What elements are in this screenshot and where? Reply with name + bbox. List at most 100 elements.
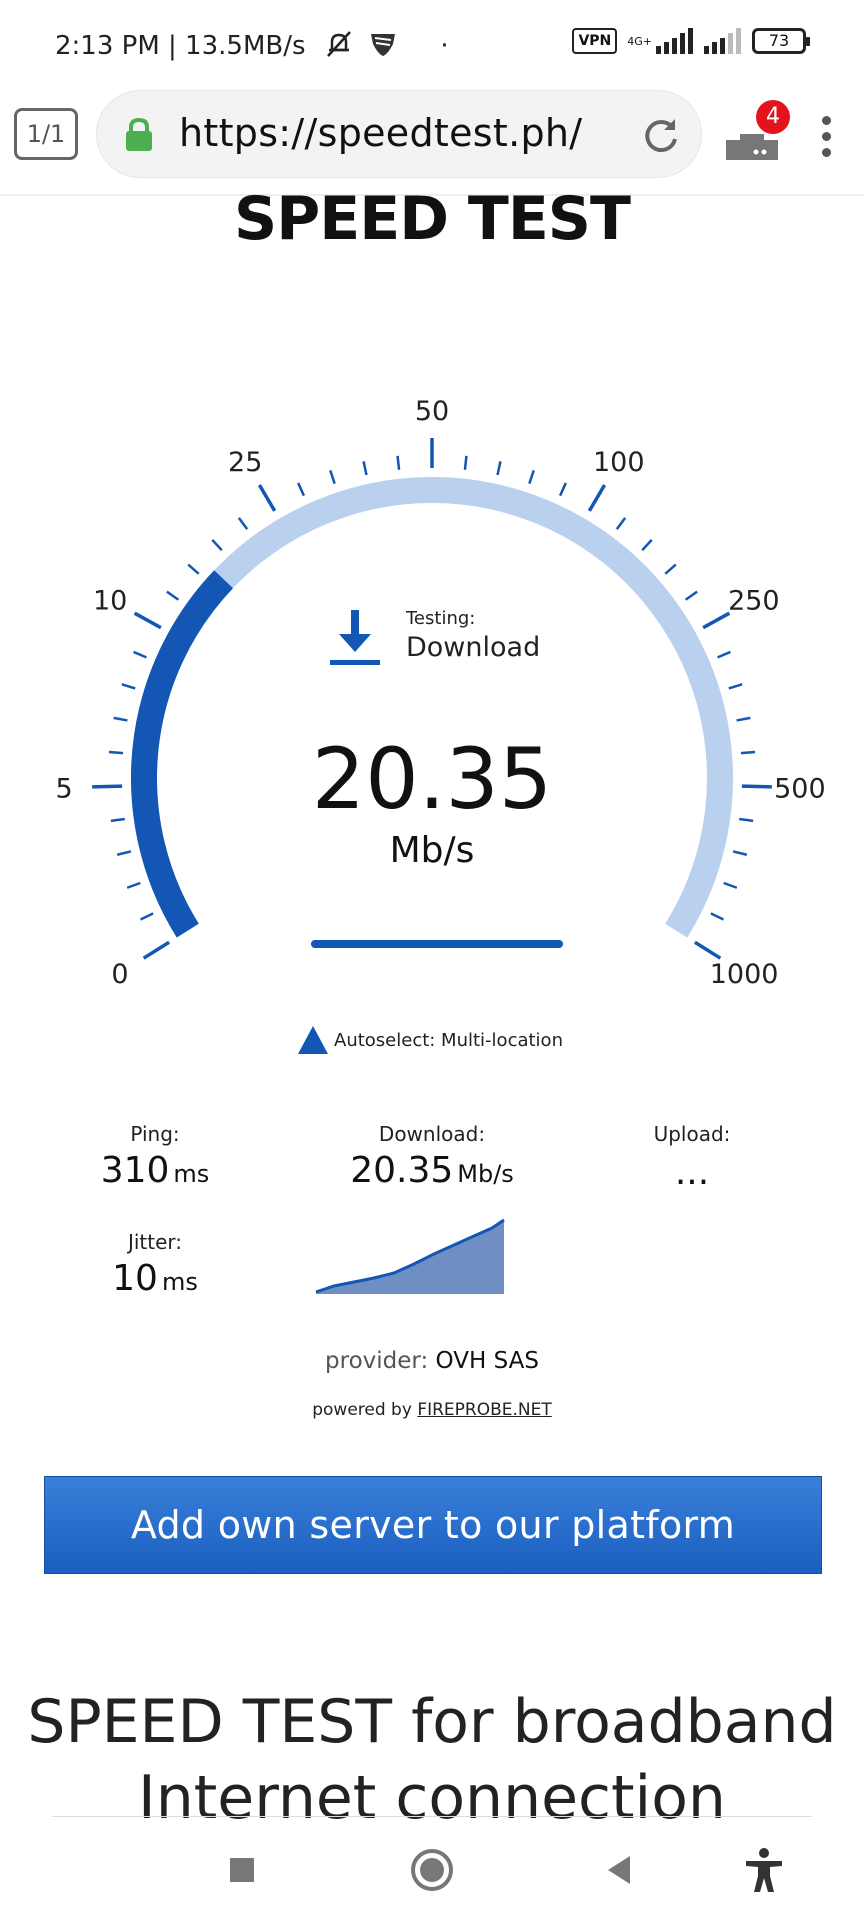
gauge-minor-tick xyxy=(362,461,368,476)
speed-unit: Mb/s xyxy=(389,830,475,871)
gauge-minor-tick xyxy=(396,455,401,470)
provider-label: provider: xyxy=(325,1348,429,1374)
gauge-scale-label: 0 xyxy=(111,959,128,990)
gauge-major-tick xyxy=(587,484,607,512)
status-time-speed: 2:13 PM | 13.5MB/s · xyxy=(55,30,449,61)
provider-line: provider: OVH SAS xyxy=(0,1348,864,1374)
jitter-unit: ms xyxy=(161,1268,198,1296)
section-heading: SPEED TEST for broadband Internet connec… xyxy=(0,1684,864,1836)
location-triangle-icon xyxy=(298,1026,328,1054)
signal-icon-secondary xyxy=(704,28,741,54)
browser-toolbar: 1/1 https://speedtest.ph/ 4 xyxy=(0,90,864,196)
jitter-value: 10 ms xyxy=(60,1258,250,1299)
reload-icon[interactable] xyxy=(639,113,683,157)
gauge-minor-tick xyxy=(133,650,147,659)
divider xyxy=(52,1816,812,1817)
gauge-scale-label: 10 xyxy=(93,586,127,617)
gauge-scale-label: 1000 xyxy=(710,959,779,990)
download-unit: Mb/s xyxy=(457,1160,514,1188)
gauge-minor-tick xyxy=(528,469,535,485)
server-autoselect[interactable]: Autoselect: Multi-location xyxy=(298,1026,563,1054)
ping-label: Ping: xyxy=(130,1122,180,1146)
download-label: Download: xyxy=(378,1122,486,1146)
gauge-minor-tick xyxy=(297,482,306,497)
accessibility-icon[interactable] xyxy=(740,1846,788,1894)
gauge-major-tick xyxy=(702,611,731,630)
gauge-minor-tick xyxy=(166,590,180,601)
testing-label: Testing: xyxy=(406,608,476,629)
gauge-minor-tick xyxy=(237,517,249,530)
gauge-minor-tick xyxy=(113,716,128,722)
gauge-major-tick xyxy=(142,940,171,960)
gauge-minor-tick xyxy=(641,539,653,552)
download-speed-sparkline xyxy=(315,1218,505,1294)
download-number: 20.35 xyxy=(350,1150,454,1191)
gauge-scale-label: 25 xyxy=(228,447,262,478)
gauge-minor-tick xyxy=(187,563,200,575)
gauge-minor-tick xyxy=(664,563,677,575)
signal-icon xyxy=(656,28,693,54)
upload-value: ... xyxy=(674,1152,710,1193)
battery-icon: 73 xyxy=(752,28,810,54)
gauge-minor-tick xyxy=(139,912,154,921)
upload-label: Upload: xyxy=(653,1122,731,1146)
test-progress-bar xyxy=(311,940,563,948)
url-bar[interactable]: https://speedtest.ph/ xyxy=(96,90,702,178)
page-title: SPEED TEST xyxy=(234,184,631,254)
url-text[interactable]: https://speedtest.ph/ xyxy=(179,111,582,155)
overflow-menu-icon[interactable] xyxy=(814,116,838,160)
system-nav-bar xyxy=(0,1820,864,1920)
download-value: 20.35 Mb/s xyxy=(300,1150,564,1191)
speed-value: 20.35 xyxy=(311,730,553,828)
gauge-minor-tick xyxy=(723,881,738,889)
home-icon[interactable] xyxy=(408,1846,456,1894)
gauge-minor-tick xyxy=(710,912,725,921)
gauge-minor-tick xyxy=(717,650,731,659)
ping-number: 310 xyxy=(100,1150,170,1191)
autoselect-label: Autoselect: Multi-location xyxy=(334,1029,563,1051)
downloads-badge: 4 xyxy=(756,100,790,134)
gauge-major-tick xyxy=(257,484,277,512)
lock-icon xyxy=(126,117,152,151)
fireprobe-link[interactable]: FIREPROBE.NET xyxy=(417,1400,551,1420)
download-arrow-icon xyxy=(330,610,380,665)
ping-unit: ms xyxy=(173,1160,210,1188)
vpn-badge: VPN xyxy=(572,28,618,54)
gauge-minor-tick xyxy=(496,461,502,476)
gauge-major-tick xyxy=(693,940,722,960)
shield-icon xyxy=(371,34,396,56)
gauge-minor-tick xyxy=(558,482,567,497)
status-icons: VPN 4G+ 73 xyxy=(572,28,810,54)
status-time: 2:13 PM | 13.5MB/s xyxy=(55,31,306,61)
gauge-scale-label: 250 xyxy=(728,586,780,617)
gauge-minor-tick xyxy=(126,881,141,889)
status-bar: 2:13 PM | 13.5MB/s · VPN 4G+ 73 xyxy=(0,0,864,90)
powered-by-line: powered by FIREPROBE.NET xyxy=(0,1400,864,1420)
gauge-minor-tick xyxy=(329,469,336,485)
provider-value: OVH SAS xyxy=(435,1348,539,1374)
gauge-scale-label: 50 xyxy=(415,400,449,427)
add-server-button[interactable]: Add own server to our platform xyxy=(44,1476,822,1574)
gauge-minor-tick xyxy=(736,716,751,722)
back-icon[interactable] xyxy=(596,1846,644,1894)
gauge-minor-tick xyxy=(211,539,223,552)
gauge-minor-tick xyxy=(728,683,743,690)
gauge-minor-tick xyxy=(463,455,468,470)
jitter-label: Jitter: xyxy=(127,1230,183,1254)
status-dot: · xyxy=(440,31,449,61)
speed-gauge: 051025501002505001000 xyxy=(56,400,826,990)
gauge-scale-label: 100 xyxy=(593,447,645,478)
recents-icon[interactable] xyxy=(218,1846,266,1894)
jitter-number: 10 xyxy=(112,1258,158,1299)
tab-switcher-button[interactable]: 1/1 xyxy=(14,108,78,160)
gauge-minor-tick xyxy=(615,517,627,530)
network-type: 4G+ xyxy=(627,34,652,48)
section-heading-line1: SPEED TEST for broadband xyxy=(27,1687,837,1757)
gauge-minor-tick xyxy=(684,590,698,601)
testing-value: Download xyxy=(406,632,541,663)
muted-bell-icon xyxy=(326,31,351,57)
gauge-major-tick xyxy=(133,611,162,630)
ping-value: 310 ms xyxy=(60,1150,250,1191)
gauge-minor-tick xyxy=(121,683,136,690)
powered-label: powered by xyxy=(312,1400,412,1420)
